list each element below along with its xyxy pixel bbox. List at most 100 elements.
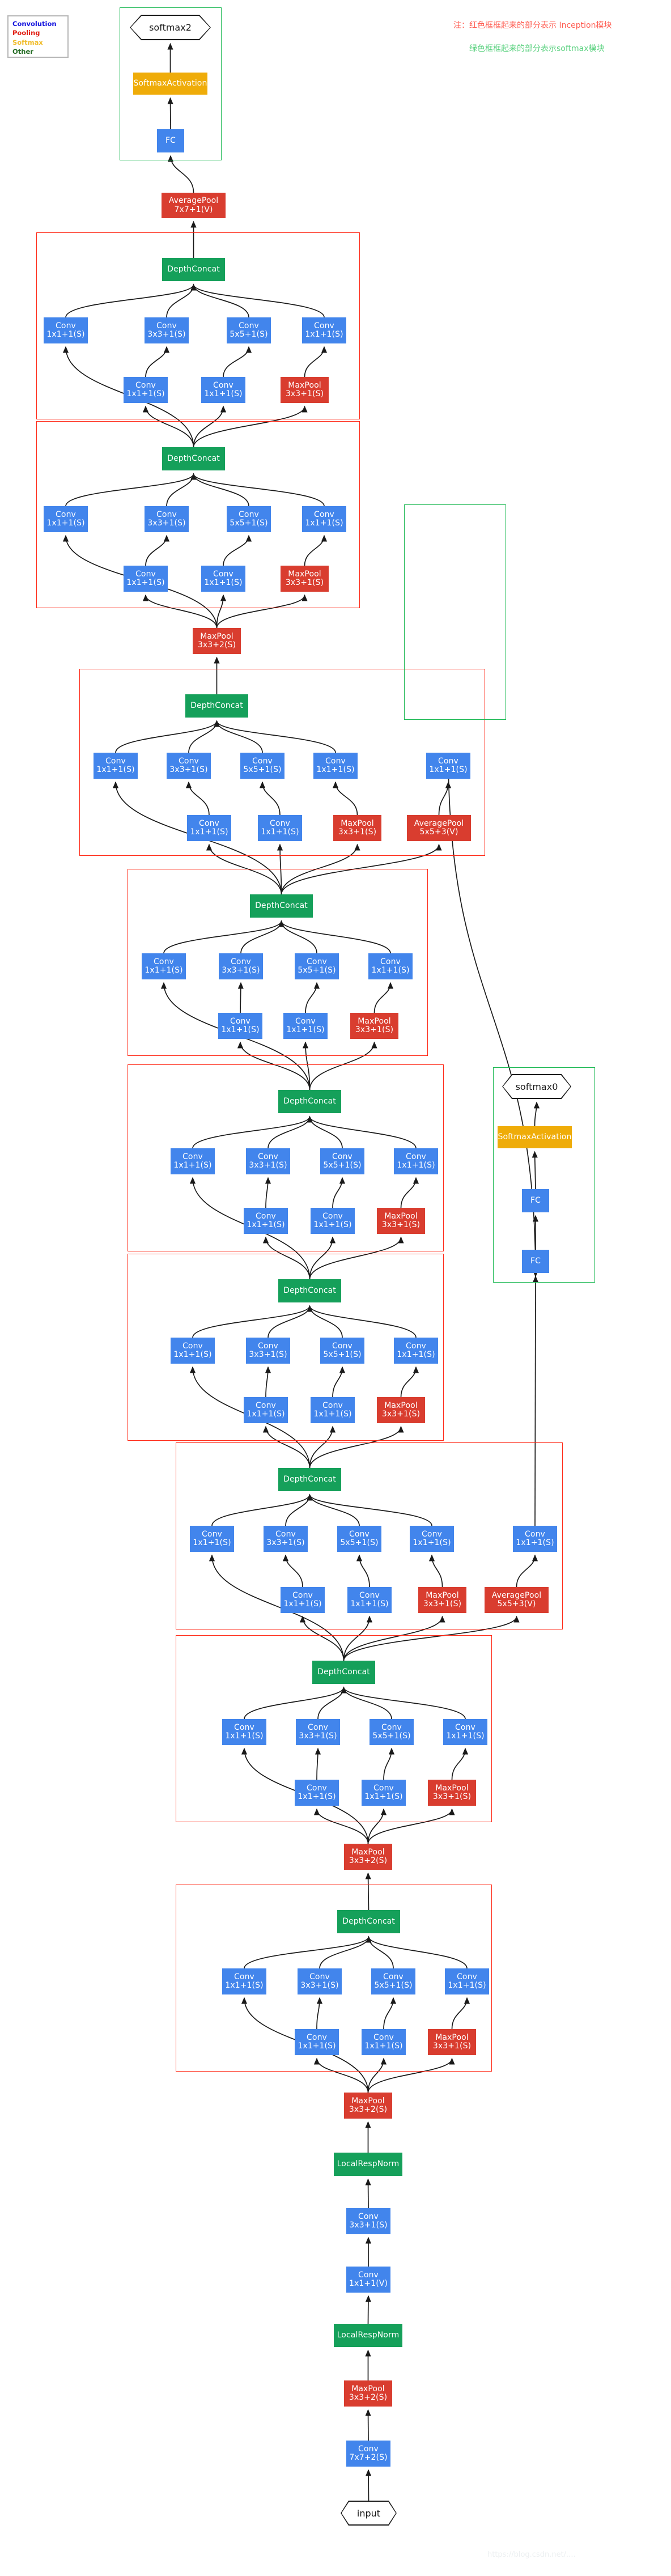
inception4b-reduce3x3-line2: 1x1+1(S)	[247, 1410, 285, 1419]
inception3b-conv1x1[interactable]: Conv 1x1+1(S)	[222, 1719, 266, 1745]
inception5a-conv3x3[interactable]: Conv 3x3+1(S)	[145, 506, 189, 532]
inception4b-conv5x5[interactable]: Conv 5x5+1(S)	[320, 1338, 364, 1364]
inception4d-concat[interactable]: DepthConcat	[250, 894, 313, 918]
inception3a-poolproj[interactable]: Conv 1x1+1(S)	[445, 1968, 489, 1994]
softmax0-output[interactable]: softmax0	[502, 1074, 571, 1099]
inception4b-conv1x1[interactable]: Conv 1x1+1(S)	[171, 1338, 215, 1364]
inception5b-reduce3x3[interactable]: Conv 1x1+1(S)	[124, 377, 168, 403]
stem-maxpool[interactable]: MaxPool 3x3+2(S)	[344, 2380, 392, 2407]
avgpool-7x7[interactable]: AveragePool 7x7+1(V)	[162, 193, 226, 218]
inception4a-reduce5x5[interactable]: Conv 1x1+1(S)	[347, 1587, 392, 1613]
inception4b-concat[interactable]: DepthConcat	[278, 1279, 341, 1302]
inception4e-reduce3x3[interactable]: Conv 1x1+1(S)	[187, 815, 231, 841]
inception5a-maxpool[interactable]: MaxPool 3x3+1(S)	[281, 566, 329, 592]
inception4b-reduce5x5[interactable]: Conv 1x1+1(S)	[311, 1397, 355, 1423]
stem-maxpool-line2: 3x3+2(S)	[349, 2393, 388, 2402]
inception3b-maxpool[interactable]: MaxPool 3x3+1(S)	[428, 1780, 476, 1806]
inception4d-conv1x1[interactable]: Conv 1x1+1(S)	[142, 953, 186, 979]
stem-conv7x7[interactable]: Conv 7x7+2(S)	[346, 2441, 390, 2467]
inception5a-concat[interactable]: DepthConcat	[162, 447, 225, 470]
inception4a-conv5x5[interactable]: Conv 5x5+1(S)	[337, 1526, 381, 1552]
stage3-maxpool[interactable]: MaxPool 3x3+2(S)	[344, 2093, 392, 2119]
inception4a-poolproj[interactable]: Conv 1x1+1(S)	[410, 1526, 454, 1552]
inception4e-conv3x3[interactable]: Conv 3x3+1(S)	[167, 753, 211, 779]
inception4c-concat[interactable]: DepthConcat	[278, 1090, 341, 1113]
inception4c-maxpool[interactable]: MaxPool 3x3+1(S)	[377, 1208, 425, 1234]
inception3a-reduce3x3[interactable]: Conv 1x1+1(S)	[295, 2029, 339, 2055]
inception4a-maxpool[interactable]: MaxPool 3x3+1(S)	[418, 1587, 466, 1613]
inception4d-conv3x3[interactable]: Conv 3x3+1(S)	[219, 953, 263, 979]
inception4c-reduce3x3[interactable]: Conv 1x1+1(S)	[244, 1208, 288, 1234]
inception4b-maxpool[interactable]: MaxPool 3x3+1(S)	[377, 1397, 425, 1423]
aux1-conv1x1[interactable]: Conv 1x1+1(S)	[426, 753, 470, 779]
inception5b-maxpool-line1: MaxPool	[288, 380, 321, 390]
inception4a-concat[interactable]: DepthConcat	[278, 1468, 341, 1491]
inception3a-concat[interactable]: DepthConcat	[337, 1910, 400, 1933]
aux0-conv1x1[interactable]: Conv 1x1+1(S)	[513, 1526, 557, 1552]
stem-conv3x3[interactable]: Conv 3x3+1(S)	[346, 2208, 390, 2234]
inception4b-reduce3x3[interactable]: Conv 1x1+1(S)	[244, 1397, 288, 1423]
softmax2-fc[interactable]: FC	[157, 129, 184, 152]
inception5b-conv1x1[interactable]: Conv 1x1+1(S)	[44, 317, 88, 343]
inception4c-reduce5x5[interactable]: Conv 1x1+1(S)	[311, 1208, 355, 1234]
inception4c-poolproj[interactable]: Conv 1x1+1(S)	[394, 1148, 438, 1174]
inception5b-concat[interactable]: DepthConcat	[162, 258, 225, 281]
aux1-avgpool[interactable]: AveragePool 5x5+3(V)	[407, 815, 471, 841]
inception3a-conv5x5[interactable]: Conv 5x5+1(S)	[371, 1968, 415, 1994]
inception5a-reduce3x3[interactable]: Conv 1x1+1(S)	[124, 566, 168, 592]
inception3b-reduce3x3[interactable]: Conv 1x1+1(S)	[295, 1780, 339, 1806]
softmax2-activation[interactable]: SoftmaxActivation	[133, 73, 207, 95]
stage5-maxpool[interactable]: MaxPool 3x3+2(S)	[193, 628, 241, 654]
inception3b-concat[interactable]: DepthConcat	[312, 1661, 375, 1684]
inception5b-maxpool[interactable]: MaxPool 3x3+1(S)	[281, 377, 329, 403]
softmax0-activation[interactable]: SoftmaxActivation	[498, 1126, 572, 1148]
inception4b-conv3x3[interactable]: Conv 3x3+1(S)	[246, 1338, 290, 1364]
inception5b-reduce5x5[interactable]: Conv 1x1+1(S)	[201, 377, 245, 403]
inception3b-reduce5x5[interactable]: Conv 1x1+1(S)	[362, 1780, 406, 1806]
inception4e-concat[interactable]: DepthConcat	[185, 694, 248, 718]
inception4a-conv5x5-line2: 5x5+1(S)	[340, 1538, 379, 1547]
inception4d-reduce3x3[interactable]: Conv 1x1+1(S)	[218, 1013, 262, 1039]
inception4e-conv5x5[interactable]: Conv 5x5+1(S)	[240, 753, 284, 779]
stem-localrespnorm2[interactable]: LocalRespNorm	[334, 2153, 402, 2176]
inception4c-conv5x5[interactable]: Conv 5x5+1(S)	[320, 1148, 364, 1174]
inception3a-conv1x1[interactable]: Conv 1x1+1(S)	[222, 1968, 266, 1994]
inception4d-conv5x5[interactable]: Conv 5x5+1(S)	[295, 953, 339, 979]
inception3b-conv5x5[interactable]: Conv 5x5+1(S)	[370, 1719, 414, 1745]
inception5a-poolproj[interactable]: Conv 1x1+1(S)	[302, 506, 346, 532]
inception5a-reduce5x5[interactable]: Conv 1x1+1(S)	[201, 566, 245, 592]
inception4e-maxpool[interactable]: MaxPool 3x3+1(S)	[333, 815, 381, 841]
stage5-maxpool-line2: 3x3+2(S)	[197, 640, 236, 650]
inception4a-reduce3x3[interactable]: Conv 1x1+1(S)	[281, 1587, 325, 1613]
aux0-avgpool[interactable]: AveragePool 5x5+3(V)	[485, 1587, 549, 1613]
inception4e-conv1x1[interactable]: Conv 1x1+1(S)	[94, 753, 138, 779]
inception4d-maxpool[interactable]: MaxPool 3x3+1(S)	[350, 1013, 398, 1039]
inception3a-reduce5x5[interactable]: Conv 1x1+1(S)	[362, 2029, 406, 2055]
inception4a-conv3x3[interactable]: Conv 3x3+1(S)	[264, 1526, 308, 1552]
inception3a-maxpool[interactable]: MaxPool 3x3+1(S)	[428, 2029, 476, 2055]
inception4e-poolproj[interactable]: Conv 1x1+1(S)	[313, 753, 358, 779]
inception5b-poolproj[interactable]: Conv 1x1+1(S)	[302, 317, 346, 343]
stem-localrespnorm1[interactable]: LocalRespNorm	[334, 2324, 402, 2347]
inception3b-conv3x3[interactable]: Conv 3x3+1(S)	[296, 1719, 340, 1745]
inception4e-reduce5x5[interactable]: Conv 1x1+1(S)	[258, 815, 302, 841]
inception4c-conv3x3[interactable]: Conv 3x3+1(S)	[246, 1148, 290, 1174]
inception4d-reduce5x5[interactable]: Conv 1x1+1(S)	[283, 1013, 328, 1039]
input-node[interactable]: input	[341, 2501, 397, 2526]
inception3a-conv3x3[interactable]: Conv 3x3+1(S)	[298, 1968, 342, 1994]
inception4c-conv1x1[interactable]: Conv 1x1+1(S)	[171, 1148, 215, 1174]
inception4a-conv1x1[interactable]: Conv 1x1+1(S)	[190, 1526, 234, 1552]
softmax0-fc2[interactable]: FC	[522, 1189, 549, 1212]
stage4-maxpool[interactable]: MaxPool 3x3+2(S)	[344, 1844, 392, 1870]
inception5a-conv5x5[interactable]: Conv 5x5+1(S)	[227, 506, 271, 532]
inception3a-maxpool-line2: 3x3+1(S)	[432, 2042, 472, 2051]
inception4b-poolproj[interactable]: Conv 1x1+1(S)	[394, 1338, 438, 1364]
inception5b-conv3x3[interactable]: Conv 3x3+1(S)	[145, 317, 189, 343]
inception5b-conv5x5[interactable]: Conv 5x5+1(S)	[227, 317, 271, 343]
softmax0-fc1[interactable]: FC	[522, 1250, 549, 1273]
stem-conv1x1[interactable]: Conv 1x1+1(V)	[346, 2267, 390, 2293]
inception4d-poolproj[interactable]: Conv 1x1+1(S)	[368, 953, 413, 979]
inception5a-conv1x1[interactable]: Conv 1x1+1(S)	[44, 506, 88, 532]
softmax2-output[interactable]: softmax2	[130, 15, 211, 40]
inception3b-poolproj[interactable]: Conv 1x1+1(S)	[443, 1719, 487, 1745]
